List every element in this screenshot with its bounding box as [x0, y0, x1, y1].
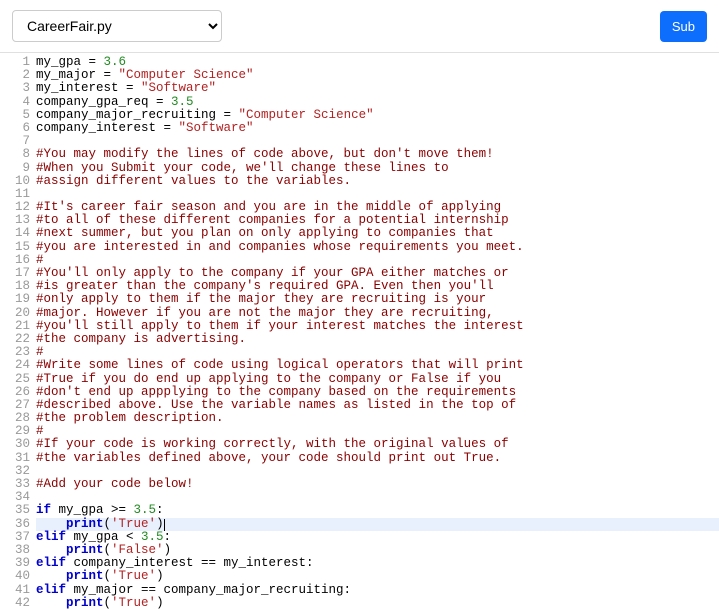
code-token: 'True' [111, 517, 156, 531]
line-number: 41 [0, 584, 30, 597]
code-token: #You'll only apply to the company if you… [36, 266, 509, 280]
line-number: 15 [0, 241, 30, 254]
line-number: 21 [0, 320, 30, 333]
code-token: my_interest = [36, 81, 141, 95]
code-token: #You may modify the lines of code above,… [36, 147, 494, 161]
code-token: #When you Submit your code, we'll change… [36, 161, 449, 175]
code-token: "Computer Science" [119, 68, 254, 82]
code-token [36, 569, 66, 583]
code-token: 3.5 [134, 503, 157, 517]
line-number: 4 [0, 96, 30, 109]
code-token: #don't end up appplying to the company b… [36, 385, 516, 399]
code-line[interactable]: company_interest = "Software" [36, 122, 719, 135]
code-token: my_gpa = [36, 55, 104, 69]
code-token: #It's career fair season and you are in … [36, 200, 501, 214]
code-token: print [66, 569, 104, 583]
line-number: 24 [0, 359, 30, 372]
line-number: 19 [0, 293, 30, 306]
code-token: ( [104, 569, 112, 583]
code-token: ) [164, 543, 172, 557]
line-number: 9 [0, 162, 30, 175]
code-token: my_major == company_major_recruiting: [66, 583, 351, 597]
code-token [36, 517, 66, 531]
code-token: #you'll still apply to them if your inte… [36, 319, 524, 333]
code-token: #the problem description. [36, 411, 224, 425]
code-token: company_interest = [36, 121, 179, 135]
code-token: elif [36, 530, 66, 544]
code-token: ) [156, 517, 164, 531]
line-number: 26 [0, 386, 30, 399]
code-token: #If your code is working correctly, with… [36, 437, 509, 451]
text-cursor [164, 519, 165, 531]
line-number: 8 [0, 148, 30, 161]
code-token: company_interest == my_interest: [66, 556, 314, 570]
code-editor[interactable]: 1234567891011121314151617181920212223242… [0, 53, 719, 610]
code-token: #the company is advertising. [36, 332, 246, 346]
code-line[interactable]: #Add your code below! [36, 478, 719, 491]
code-token: #Write some lines of code using logical … [36, 358, 524, 372]
code-line[interactable]: #assign different values to the variable… [36, 175, 719, 188]
code-token: #to all of these different companies for… [36, 213, 509, 227]
code-token: print [66, 543, 104, 557]
line-number: 37 [0, 531, 30, 544]
code-token: 3.6 [104, 55, 127, 69]
code-token: 3.5 [141, 530, 164, 544]
code-token: company_gpa_req = [36, 95, 171, 109]
code-token: my_gpa < [66, 530, 141, 544]
code-token: #next summer, but you plan on only apply… [36, 226, 494, 240]
line-gutter: 1234567891011121314151617181920212223242… [0, 56, 36, 610]
submit-button[interactable]: Sub [660, 11, 707, 42]
line-number: 36 [0, 518, 30, 531]
code-token: #Add your code below! [36, 477, 194, 491]
code-token: # [36, 253, 44, 267]
line-number: 30 [0, 438, 30, 451]
code-token: company_major_recruiting = [36, 108, 239, 122]
code-token: : [164, 530, 172, 544]
code-token: #described above. Use the variable names… [36, 398, 516, 412]
line-number: 40 [0, 570, 30, 583]
code-token: 'False' [111, 543, 164, 557]
line-number: 3 [0, 82, 30, 95]
top-bar: CareerFair.py Sub [0, 0, 719, 53]
code-token: #you are interested in and companies who… [36, 240, 524, 254]
code-token: # [36, 345, 44, 359]
line-number: 14 [0, 227, 30, 240]
code-token: #major. However if you are not the major… [36, 306, 494, 320]
code-area[interactable]: my_gpa = 3.6my_major = "Computer Science… [36, 56, 719, 610]
code-line[interactable]: #the variables defined above, your code … [36, 452, 719, 465]
code-token: ( [104, 517, 112, 531]
code-token: #True if you do end up applying to the c… [36, 372, 501, 386]
code-token: elif [36, 556, 66, 570]
code-token: : [156, 503, 164, 517]
code-token: 'True' [111, 569, 156, 583]
code-token: "Software" [141, 81, 216, 95]
code-token: #is greater than the company's required … [36, 279, 494, 293]
line-number: 5 [0, 109, 30, 122]
code-token: ( [104, 543, 112, 557]
code-token: my_major = [36, 68, 119, 82]
code-token: ) [156, 569, 164, 583]
line-number: 31 [0, 452, 30, 465]
line-number: 10 [0, 175, 30, 188]
code-token: if [36, 503, 51, 517]
code-token: 3.5 [171, 95, 194, 109]
code-token: "Software" [179, 121, 254, 135]
code-token: #only apply to them if the major they ar… [36, 292, 486, 306]
code-token [36, 543, 66, 557]
line-number: 35 [0, 504, 30, 517]
code-line[interactable]: #the problem description. [36, 412, 719, 425]
line-number: 20 [0, 307, 30, 320]
code-token: my_gpa >= [51, 503, 134, 517]
code-token: #the variables defined above, your code … [36, 451, 501, 465]
code-line[interactable]: #the company is advertising. [36, 333, 719, 346]
code-token: # [36, 424, 44, 438]
code-line[interactable]: #you are interested in and companies who… [36, 241, 719, 254]
line-number: 25 [0, 373, 30, 386]
file-select[interactable]: CareerFair.py [12, 10, 222, 42]
code-token: print [66, 517, 104, 531]
code-token: "Computer Science" [239, 108, 374, 122]
code-token: #assign different values to the variable… [36, 174, 351, 188]
code-token: elif [36, 583, 66, 597]
